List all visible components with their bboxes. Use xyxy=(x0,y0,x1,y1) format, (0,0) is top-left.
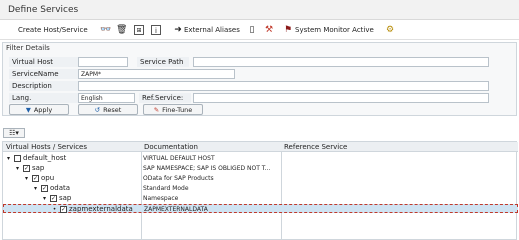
external-aliases-label: External Aliases xyxy=(184,26,240,34)
tree-row[interactable]: ▾ ✓ sap Namespace xyxy=(3,194,518,203)
column-virtual-hosts: Virtual Hosts / Services xyxy=(6,143,88,151)
apply-label: Apply xyxy=(33,105,53,114)
flag-icon: ⚑ xyxy=(283,25,293,35)
node-documentation: Namespace xyxy=(143,195,179,202)
trash-icon[interactable]: 🗑 xyxy=(116,24,127,36)
service-name-label: ServiceName xyxy=(9,69,79,79)
node-label: default_host xyxy=(23,154,67,162)
collapse-icon[interactable]: ▾ xyxy=(23,174,30,183)
tree-icon[interactable]: ⚙ xyxy=(385,24,395,36)
document-icon[interactable]: ▯ xyxy=(247,24,257,36)
ref-service-input[interactable] xyxy=(193,93,489,103)
reset-icon: ↺ xyxy=(94,105,101,114)
title-bar: Define Services xyxy=(0,0,519,20)
collapse-icon[interactable]: ▾ xyxy=(32,184,39,193)
tree-row[interactable]: ▾ default_host VIRTUAL DEFAULT HOST xyxy=(3,154,518,163)
filter-header: Filter Details xyxy=(6,44,50,52)
node-checkbox-icon xyxy=(14,155,21,162)
lang-select[interactable]: English xyxy=(78,93,135,103)
tree-row[interactable]: ▾ ✓ odata Standard Mode xyxy=(3,184,518,193)
expand-tree-button[interactable]: ☷▾ xyxy=(3,128,25,138)
node-label: odata xyxy=(50,184,71,192)
service-name-input[interactable]: ZAPM* xyxy=(78,69,235,79)
node-documentation: OData for SAP Products xyxy=(143,175,214,182)
node-checkbox-icon: ✓ xyxy=(32,175,39,182)
node-checkbox-icon: ✓ xyxy=(23,165,30,172)
node-label: sap xyxy=(32,164,45,172)
node-documentation: VIRTUAL DEFAULT HOST xyxy=(143,155,215,162)
filter-details-panel: Filter Details Virtual Host Service Path… xyxy=(2,42,517,116)
service-path-input[interactable] xyxy=(193,57,489,67)
collapse-icon[interactable]: ▾ xyxy=(5,154,12,163)
tree-row[interactable]: ▾ ✓ sap SAP NAMESPACE; SAP IS OBLIGED NO… xyxy=(3,164,518,173)
glasses-icon[interactable]: 👓 xyxy=(100,24,111,36)
description-input[interactable] xyxy=(78,81,489,91)
reset-label: Reset xyxy=(103,105,122,114)
collapse-icon[interactable]: ▾ xyxy=(14,164,21,173)
create-host-service-button[interactable]: Create Host/Service xyxy=(18,24,88,36)
external-aliases-button[interactable]: ➜ External Aliases xyxy=(172,24,240,36)
system-monitor-button[interactable]: ⚑ System Monitor Active xyxy=(283,24,374,36)
toolbar: Create Host/Service 👓 🗑 ⊞ i ➜ External A… xyxy=(0,20,519,40)
tree-column-header: Virtual Hosts / Services Documentation R… xyxy=(3,142,518,152)
column-documentation: Documentation xyxy=(144,143,198,151)
node-documentation: ZAPMEXTERNALDATA xyxy=(144,206,208,213)
fine-tune-icon: ✎ xyxy=(153,105,160,114)
ref-service-label: Ref.Service: xyxy=(139,93,191,103)
node-label: opu xyxy=(41,174,55,182)
collapse-icon[interactable]: ▾ xyxy=(41,194,48,203)
node-checkbox-icon: ✓ xyxy=(50,195,57,202)
fine-tune-label: Fine-Tune xyxy=(162,105,193,114)
node-documentation: SAP NAMESPACE; SAP IS OBLIGED NOT T... xyxy=(143,165,271,172)
tree-row[interactable]: ▾ ✓ opu OData for SAP Products xyxy=(3,174,518,183)
node-label: sap xyxy=(59,194,72,202)
node-documentation: Standard Mode xyxy=(143,185,189,192)
tree-row-selected[interactable]: • ✓ zapmexternaldata ZAPMEXTERNALDATA xyxy=(3,204,518,213)
node-checkbox-icon: ✓ xyxy=(41,185,48,192)
tree-menu-icon: ☷▾ xyxy=(9,129,19,137)
virtual-host-label: Virtual Host xyxy=(9,57,79,67)
system-monitor-label: System Monitor Active xyxy=(295,26,374,34)
create-host-service-label: Create Host/Service xyxy=(18,26,88,34)
column-reference-service: Reference Service xyxy=(284,143,348,151)
filter-icon: ▼ xyxy=(25,105,31,114)
lang-label: Lang. xyxy=(9,93,79,103)
tools-icon[interactable]: ⚒ xyxy=(264,24,274,36)
apply-button[interactable]: ▼ Apply xyxy=(9,104,69,115)
window-title: Define Services xyxy=(8,5,79,15)
virtual-host-input[interactable] xyxy=(78,57,128,67)
reset-button[interactable]: ↺ Reset xyxy=(78,104,138,115)
node-checkbox-icon: ✓ xyxy=(60,206,67,213)
hierarchy-icon[interactable]: ⊞ xyxy=(134,24,144,36)
service-path-label: Service Path xyxy=(137,57,189,67)
arrow-right-icon: ➜ xyxy=(174,25,182,35)
fine-tune-button[interactable]: ✎ Fine-Tune xyxy=(143,104,203,115)
info-icon[interactable]: i xyxy=(151,24,161,36)
node-label: zapmexternaldata xyxy=(69,205,133,213)
services-tree: Virtual Hosts / Services Documentation R… xyxy=(2,141,518,240)
description-label: Description xyxy=(9,81,79,91)
leaf-bullet-icon: • xyxy=(52,206,57,213)
